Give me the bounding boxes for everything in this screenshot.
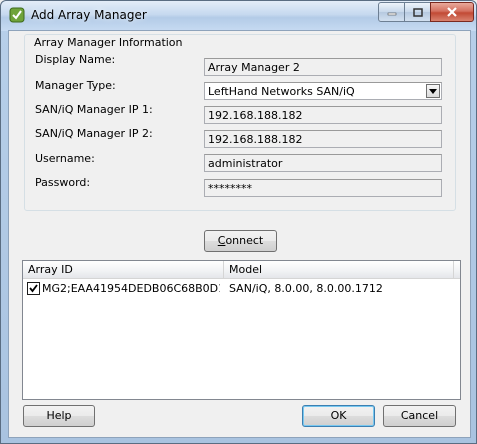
dialog-window: Add Array Manager Array Manager Informat… — [0, 0, 477, 444]
password-field[interactable]: ******** — [204, 179, 442, 197]
minimize-icon — [387, 12, 396, 16]
username-field[interactable]: administrator — [204, 154, 442, 172]
manager-type-select[interactable]: LeftHand Networks SAN/iQ — [204, 82, 442, 100]
table-row[interactable]: MG2;EAA41954DEDB06C68B0D13... SAN/iQ, 8.… — [23, 280, 460, 298]
display-name-field[interactable]: Array Manager 2 — [204, 58, 442, 76]
window-title: Add Array Manager — [31, 8, 147, 22]
model-cell: SAN/iQ, 8.0.00, 8.0.00.1712 — [229, 282, 383, 295]
row-checkbox[interactable] — [27, 282, 40, 295]
cancel-button[interactable]: Cancel — [383, 405, 456, 427]
username-label: Username: — [35, 152, 95, 165]
ip2-label: SAN/iQ Manager IP 2: — [35, 127, 153, 140]
title-bar[interactable]: Add Array Manager — [1, 1, 476, 31]
array-id-cell: MG2;EAA41954DEDB06C68B0D13... — [42, 282, 220, 295]
minimize-button[interactable] — [378, 2, 405, 22]
ip1-field[interactable]: 192.168.188.182 — [204, 106, 442, 124]
ip2-field[interactable]: 192.168.188.182 — [204, 130, 442, 148]
vsphere-icon — [9, 7, 25, 23]
dropdown-button[interactable] — [426, 84, 440, 98]
connect-button[interactable]: Connect — [204, 230, 277, 252]
connect-label: onnect — [225, 234, 264, 247]
dialog-client: Array Manager Information Display Name: … — [8, 30, 471, 438]
display-name-label: Display Name: — [35, 53, 116, 66]
column-separator[interactable] — [223, 261, 224, 278]
ok-button[interactable]: OK — [302, 405, 375, 427]
help-button[interactable]: Help — [23, 405, 95, 427]
manager-type-value: LeftHand Networks SAN/iQ — [208, 85, 355, 98]
manager-type-label: Manager Type: — [35, 79, 116, 92]
column-model[interactable]: Model — [229, 263, 262, 276]
maximize-button[interactable] — [404, 2, 431, 22]
table-header: Array ID Model — [23, 261, 460, 279]
group-legend: Array Manager Information — [31, 36, 186, 49]
column-separator[interactable] — [453, 261, 454, 278]
column-array-id[interactable]: Array ID — [28, 263, 73, 276]
password-label: Password: — [35, 176, 91, 189]
close-button[interactable] — [430, 2, 474, 22]
array-table[interactable]: Array ID Model MG2;EAA41954DEDB06C68B0D1… — [22, 260, 461, 400]
close-icon — [447, 7, 457, 17]
chevron-down-icon — [429, 88, 437, 94]
maximize-icon — [412, 7, 423, 17]
ip1-label: SAN/iQ Manager IP 1: — [35, 103, 153, 116]
checkmark-icon — [29, 284, 38, 293]
